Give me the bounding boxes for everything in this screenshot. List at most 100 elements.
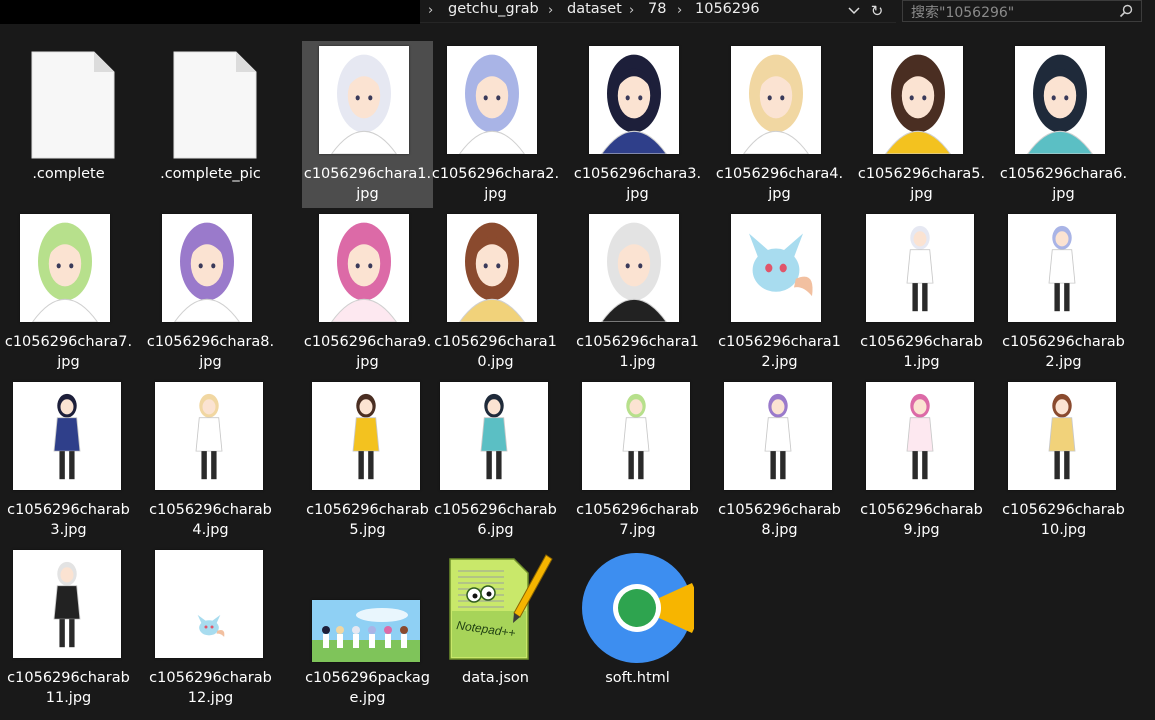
file-name: c1056296charab3.jpg	[7, 502, 130, 538]
file-name: c1056296charab11.jpg	[7, 670, 130, 706]
search-box[interactable]: 搜索"1056296"	[902, 0, 1142, 22]
file-item[interactable]: c1056296chara5.jpg	[856, 41, 987, 208]
refresh-icon[interactable]: ↻	[867, 2, 887, 20]
file-name: c1056296chara10.jpg	[434, 334, 557, 370]
file-item[interactable]: .complete	[3, 41, 134, 208]
file-name: c1056296chara8.jpg	[146, 334, 275, 370]
chevron-right-icon[interactable]: ›	[428, 3, 433, 18]
file-name: c1056296charab5.jpg	[306, 502, 429, 538]
file-name: c1056296chara4.jpg	[715, 166, 844, 202]
image-thumbnail[interactable]	[731, 214, 821, 322]
file-name: c1056296charab2.jpg	[1002, 334, 1125, 370]
file-item[interactable]: c1056296charab11.jpg	[3, 545, 134, 712]
file-item[interactable]: c1056296charab12.jpg	[145, 545, 276, 712]
file-name: c1056296charab12.jpg	[149, 670, 272, 706]
file-item[interactable]: c1056296charab10.jpg	[998, 377, 1129, 544]
image-thumbnail[interactable]	[319, 46, 409, 154]
file-icon[interactable]	[28, 51, 118, 159]
image-thumbnail[interactable]	[589, 46, 679, 154]
file-item[interactable]: c1056296charab6.jpg	[430, 377, 561, 544]
search-input[interactable]: 搜索"1056296"	[911, 2, 1014, 22]
file-item[interactable]: Notepad++ data.json	[430, 545, 561, 712]
file-name: c1056296chara7.jpg	[4, 334, 133, 370]
image-thumbnail[interactable]	[312, 600, 420, 662]
file-item[interactable]: c1056296chara10.jpg	[430, 209, 561, 376]
file-item[interactable]: c1056296chara6.jpg	[998, 41, 1129, 208]
file-item[interactable]: c1056296package.jpg	[302, 545, 433, 712]
file-name: c1056296chara11.jpg	[576, 334, 699, 370]
image-thumbnail[interactable]	[873, 46, 963, 154]
image-thumbnail[interactable]	[319, 214, 409, 322]
image-thumbnail[interactable]	[312, 382, 420, 490]
file-name: c1056296chara1.jpg	[303, 166, 432, 202]
file-item[interactable]: c1056296chara4.jpg	[714, 41, 845, 208]
breadcrumb-item[interactable]: dataset	[567, 1, 622, 17]
breadcrumb-item[interactable]: 78	[648, 1, 666, 17]
image-thumbnail[interactable]	[440, 382, 548, 490]
file-name: .complete_pic	[160, 166, 261, 182]
file-item[interactable]: c1056296charab9.jpg	[856, 377, 987, 544]
file-name: soft.html	[605, 670, 670, 686]
file-name: c1056296charab10.jpg	[1002, 502, 1125, 538]
file-name: c1056296chara3.jpg	[573, 166, 702, 202]
file-item[interactable]: c1056296chara2.jpg	[430, 41, 561, 208]
file-item[interactable]: c1056296charab5.jpg	[302, 377, 433, 544]
file-item[interactable]: c1056296chara8.jpg	[145, 209, 276, 376]
breadcrumb-item[interactable]: 1056296	[695, 1, 760, 17]
file-icon[interactable]	[170, 51, 260, 159]
file-item[interactable]: c1056296charab1.jpg	[856, 209, 987, 376]
image-thumbnail[interactable]	[866, 382, 974, 490]
image-thumbnail[interactable]	[447, 46, 537, 154]
file-item[interactable]: .complete_pic	[145, 41, 276, 208]
file-name: c1056296charab4.jpg	[149, 502, 272, 538]
search-icon[interactable]	[1119, 4, 1133, 18]
chevron-right-icon[interactable]: ›	[548, 3, 553, 18]
image-thumbnail[interactable]	[731, 46, 821, 154]
image-thumbnail[interactable]	[155, 550, 263, 658]
notepad-plus-plus-icon[interactable]: Notepad++	[444, 551, 554, 663]
browser-icon[interactable]	[582, 553, 694, 665]
file-item[interactable]: c1056296chara9.jpg	[302, 209, 433, 376]
image-thumbnail[interactable]	[1015, 46, 1105, 154]
image-thumbnail[interactable]	[866, 214, 974, 322]
file-name: c1056296charab8.jpg	[718, 502, 841, 538]
file-name: c1056296chara6.jpg	[999, 166, 1128, 202]
file-item[interactable]: c1056296charab4.jpg	[145, 377, 276, 544]
file-item[interactable]: c1056296chara11.jpg	[572, 209, 703, 376]
image-thumbnail[interactable]	[1008, 214, 1116, 322]
image-thumbnail[interactable]	[582, 382, 690, 490]
image-thumbnail[interactable]	[20, 214, 110, 322]
file-item[interactable]: c1056296chara1.jpg	[302, 41, 433, 208]
file-name: c1056296package.jpg	[305, 670, 430, 706]
file-item[interactable]: soft.html	[572, 545, 703, 712]
file-item[interactable]: c1056296chara12.jpg	[714, 209, 845, 376]
chevron-down-icon[interactable]	[848, 3, 860, 19]
file-name: c1056296chara9.jpg	[303, 334, 432, 370]
image-thumbnail[interactable]	[589, 214, 679, 322]
image-thumbnail[interactable]	[155, 382, 263, 490]
image-thumbnail[interactable]	[162, 214, 252, 322]
image-thumbnail[interactable]	[724, 382, 832, 490]
file-item[interactable]: c1056296chara3.jpg	[572, 41, 703, 208]
file-item[interactable]: c1056296charab3.jpg	[3, 377, 134, 544]
image-thumbnail[interactable]	[447, 214, 537, 322]
image-thumbnail[interactable]	[1008, 382, 1116, 490]
file-name: c1056296charab1.jpg	[860, 334, 983, 370]
file-name: c1056296chara12.jpg	[718, 334, 841, 370]
address-bar[interactable]: › getchu_grab › dataset › 78 › 1056296	[420, 0, 896, 23]
breadcrumb-item[interactable]: getchu_grab	[448, 1, 539, 17]
image-thumbnail[interactable]	[13, 382, 121, 490]
file-item[interactable]: c1056296charab2.jpg	[998, 209, 1129, 376]
file-name: .complete	[32, 166, 105, 182]
file-item[interactable]: c1056296chara7.jpg	[3, 209, 134, 376]
file-name: c1056296charab7.jpg	[576, 502, 699, 538]
image-thumbnail[interactable]	[13, 550, 121, 658]
file-name: c1056296charab6.jpg	[434, 502, 557, 538]
chevron-right-icon[interactable]: ›	[677, 3, 682, 18]
file-name: c1056296charab9.jpg	[860, 502, 983, 538]
file-name: c1056296chara5.jpg	[857, 166, 986, 202]
chevron-right-icon[interactable]: ›	[629, 3, 634, 18]
file-name: c1056296chara2.jpg	[431, 166, 560, 202]
file-item[interactable]: c1056296charab8.jpg	[714, 377, 845, 544]
file-item[interactable]: c1056296charab7.jpg	[572, 377, 703, 544]
